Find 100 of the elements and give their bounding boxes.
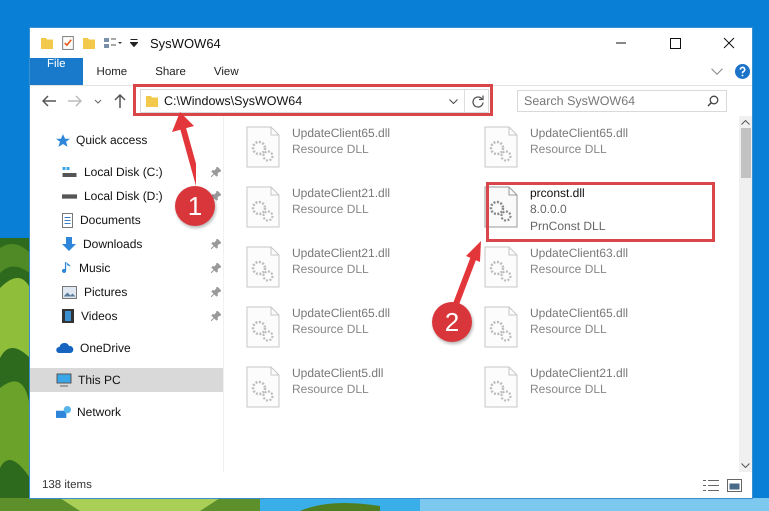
dll-file-icon bbox=[484, 306, 518, 348]
search-field[interactable]: Search SysWOW64 bbox=[517, 90, 727, 112]
dropdown-icon[interactable] bbox=[449, 98, 458, 104]
sidebar-label: Network bbox=[77, 405, 122, 419]
dll-file-icon bbox=[246, 186, 280, 228]
file-name: UpdateClient21.dll bbox=[292, 186, 390, 201]
checklist-icon[interactable] bbox=[62, 36, 74, 50]
file-item[interactable]: UpdateClient65.dll Resource DLL bbox=[246, 306, 390, 348]
file-name: UpdateClient5.dll bbox=[292, 366, 384, 381]
pin-icon[interactable] bbox=[211, 311, 221, 321]
sidebar-item[interactable]: Network bbox=[30, 400, 126, 424]
dll-file-icon bbox=[484, 366, 518, 408]
file-item[interactable]: UpdateClient5.dll Resource DLL bbox=[246, 366, 384, 408]
dll-file-icon bbox=[484, 186, 518, 228]
download-icon bbox=[62, 237, 76, 251]
large-icons-view-icon[interactable] bbox=[727, 478, 742, 492]
file-detail: Resource DLL bbox=[292, 321, 370, 338]
dropdown-icon[interactable] bbox=[130, 39, 138, 47]
file-item[interactable]: UpdateClient21.dll Resource DLL bbox=[246, 246, 390, 288]
file-name: UpdateClient21.dll bbox=[530, 366, 628, 381]
up-icon[interactable] bbox=[114, 94, 126, 108]
scroll-down-icon[interactable] bbox=[741, 463, 750, 468]
sidebar-item[interactable]: This PC bbox=[30, 368, 223, 392]
file-item[interactable]: UpdateClient65.dll Resource DLL bbox=[246, 126, 390, 168]
help-icon[interactable] bbox=[735, 64, 750, 79]
file-detail: Resource DLL bbox=[292, 381, 370, 398]
sidebar-item[interactable]: OneDrive bbox=[30, 336, 135, 360]
file-item[interactable]: prconst.dll 8.0.0.0 PrnConst DLL bbox=[484, 186, 606, 235]
drive-icon bbox=[62, 167, 77, 177]
sidebar-item[interactable]: Quick access bbox=[30, 128, 152, 152]
file-item[interactable]: UpdateClient65.dll Resource DLL bbox=[484, 126, 628, 168]
file-item[interactable]: UpdateClient21.dll Resource DLL bbox=[484, 366, 628, 408]
file-detail: Resource DLL bbox=[292, 261, 370, 278]
file-name: UpdateClient65.dll bbox=[530, 306, 628, 321]
folder-icon bbox=[40, 38, 54, 48]
dll-file-icon bbox=[484, 126, 518, 168]
sidebar-item[interactable]: Videos bbox=[30, 304, 122, 328]
file-name: prconst.dll bbox=[530, 186, 586, 201]
file-name: UpdateClient65.dll bbox=[530, 126, 628, 141]
scrollbar-thumb[interactable] bbox=[740, 128, 750, 178]
pin-icon[interactable] bbox=[211, 191, 221, 201]
ribbon-tab[interactable]: View bbox=[200, 58, 253, 85]
sidebar-label: Documents bbox=[80, 213, 141, 227]
sidebar-label: OneDrive bbox=[80, 341, 131, 355]
pin-icon[interactable] bbox=[211, 287, 221, 297]
folder-icon bbox=[146, 96, 158, 106]
dll-file-icon bbox=[484, 246, 518, 288]
pin-icon[interactable] bbox=[211, 239, 221, 249]
pin-icon[interactable] bbox=[211, 167, 221, 177]
scrollbar[interactable] bbox=[739, 116, 752, 472]
file-detail: PrnConst DLL bbox=[530, 218, 606, 235]
chevron-icon[interactable] bbox=[711, 68, 723, 75]
details-view-icon[interactable] bbox=[703, 480, 719, 490]
dll-file-icon bbox=[246, 306, 280, 348]
pointer-arrow bbox=[452, 241, 482, 305]
dll-file-icon bbox=[246, 126, 280, 168]
music-note-icon bbox=[62, 260, 72, 276]
sidebar-label: Videos bbox=[81, 309, 118, 323]
ribbon-tab[interactable]: Share bbox=[141, 58, 200, 85]
window-title: SysWOW64 bbox=[150, 36, 221, 50]
file-item[interactable]: UpdateClient21.dll Resource DLL bbox=[246, 186, 390, 228]
file-detail: Resource DLL bbox=[292, 201, 370, 218]
sidebar-label: This PC bbox=[78, 373, 121, 387]
sidebar-item[interactable]: Documents bbox=[30, 208, 145, 232]
sidebar-label: Local Disk (C:) bbox=[84, 165, 163, 179]
sidebar-item[interactable]: Local Disk (C:) bbox=[30, 160, 167, 184]
sidebar-label: Music bbox=[79, 261, 110, 275]
sidebar-label: Downloads bbox=[83, 237, 142, 251]
properties-icon[interactable] bbox=[104, 38, 122, 48]
sidebar-item[interactable]: Music bbox=[30, 256, 114, 280]
file-name: UpdateClient21.dll bbox=[292, 246, 390, 261]
item-count: 138 items bbox=[42, 479, 92, 491]
recent-icon[interactable] bbox=[94, 98, 102, 104]
back-icon[interactable] bbox=[42, 95, 56, 107]
dll-file-icon bbox=[246, 366, 280, 408]
sidebar-item[interactable]: Downloads bbox=[30, 232, 146, 256]
file-item[interactable]: UpdateClient65.dll Resource DLL bbox=[484, 306, 628, 348]
scroll-up-icon[interactable] bbox=[741, 120, 750, 125]
address-path: C:\Windows\SysWOW64 bbox=[164, 94, 304, 108]
file-detail: 8.0.0.0 bbox=[530, 201, 568, 218]
file-detail: Resource DLL bbox=[530, 261, 608, 278]
monitor-icon bbox=[56, 373, 72, 387]
sidebar-item[interactable]: Pictures bbox=[30, 280, 132, 304]
sidebar-label: Pictures bbox=[84, 285, 128, 299]
film-icon bbox=[62, 309, 74, 323]
file-detail: Resource DLL bbox=[530, 321, 608, 338]
drive-icon bbox=[62, 194, 77, 198]
file-name: UpdateClient63.dll bbox=[530, 246, 628, 261]
pin-icon[interactable] bbox=[211, 263, 221, 273]
file-name: UpdateClient65.dll bbox=[292, 306, 390, 321]
file-name: UpdateClient65.dll bbox=[292, 126, 390, 141]
refresh-icon[interactable] bbox=[471, 94, 484, 108]
sidebar-label: Quick access bbox=[76, 133, 148, 147]
dll-file-icon bbox=[246, 246, 280, 288]
ribbon-tab[interactable]: Home bbox=[82, 58, 142, 85]
network-icon bbox=[56, 406, 71, 418]
sidebar-item[interactable]: Local Disk (D:) bbox=[30, 184, 167, 208]
file-item[interactable]: UpdateClient63.dll Resource DLL bbox=[484, 246, 628, 288]
picture-icon bbox=[62, 286, 77, 298]
star-icon bbox=[56, 134, 70, 146]
